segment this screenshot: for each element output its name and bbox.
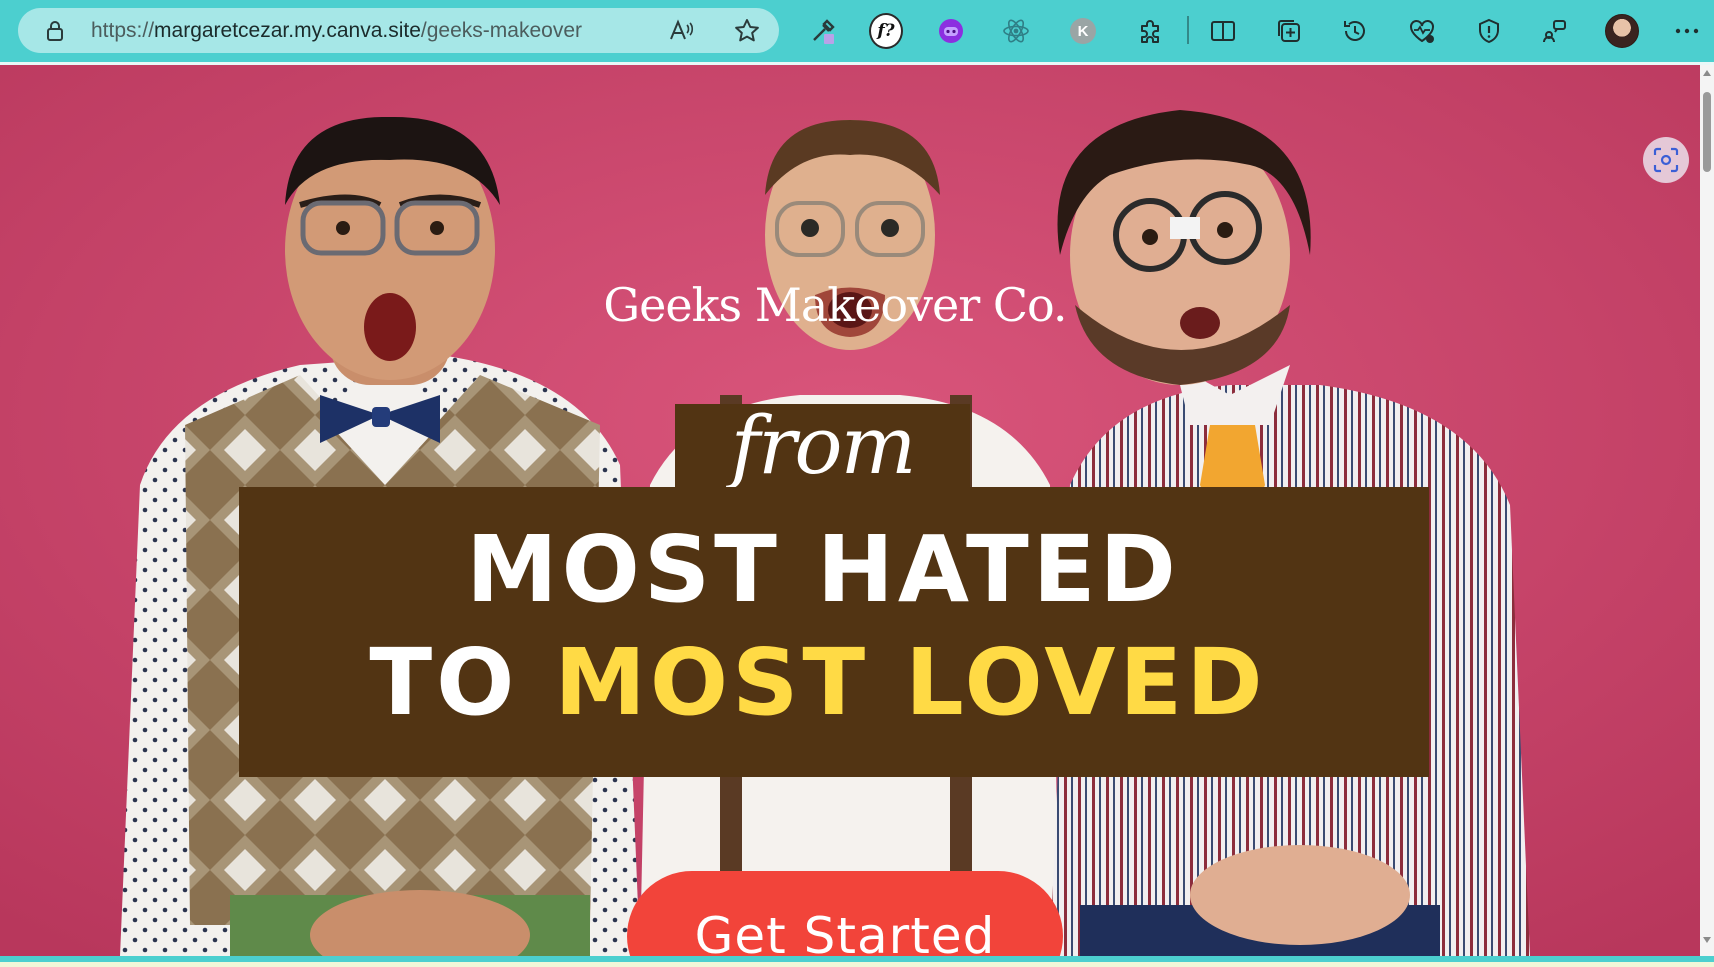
address-bar[interactable]: https://margaretcezar.my.canva.site/geek… bbox=[18, 8, 779, 53]
shield-icon[interactable] bbox=[1472, 14, 1506, 48]
url-scheme: https:// bbox=[91, 19, 155, 42]
profile-avatar[interactable] bbox=[1605, 14, 1639, 48]
get-started-button[interactable]: Get Started bbox=[627, 871, 1063, 967]
visual-search-button[interactable] bbox=[1643, 137, 1689, 183]
font-identify-extension-icon[interactable]: f? bbox=[869, 13, 903, 49]
eyedropper-extension-icon[interactable] bbox=[806, 14, 840, 48]
collections-icon[interactable] bbox=[1272, 14, 1306, 48]
read-aloud-icon[interactable] bbox=[668, 19, 694, 43]
headline-line-2-prefix: TO bbox=[369, 629, 555, 736]
visual-search-icon bbox=[1653, 147, 1679, 173]
scrollbar-thumb[interactable] bbox=[1703, 92, 1711, 172]
from-word: from bbox=[730, 399, 917, 492]
bottom-highlight-strip bbox=[0, 962, 1714, 967]
headline-line-2-accent: MOST LOVED bbox=[554, 629, 1267, 736]
k-extension-icon[interactable]: K bbox=[1066, 14, 1100, 48]
headline-line-1: MOST HATED bbox=[466, 516, 1180, 623]
toolbar-separator bbox=[1187, 16, 1189, 44]
vertical-scrollbar[interactable] bbox=[1700, 65, 1714, 956]
font-identify-label: f? bbox=[869, 13, 903, 49]
url-text[interactable]: https://margaretcezar.my.canva.site/geek… bbox=[91, 19, 582, 43]
k-extension-label: K bbox=[1070, 18, 1096, 44]
url-path: /geeks-makeover bbox=[420, 19, 582, 42]
react-devtools-extension-icon[interactable] bbox=[999, 14, 1033, 48]
brand-name: Geeks Makeover Co. bbox=[603, 278, 1067, 332]
browser-toolbar: https://margaretcezar.my.canva.site/geek… bbox=[0, 0, 1714, 62]
browser-essentials-heart-icon[interactable] bbox=[1405, 14, 1439, 48]
scroll-up-arrow-icon[interactable] bbox=[1703, 70, 1711, 76]
lock-icon[interactable] bbox=[44, 20, 66, 42]
purple-bot-extension-icon[interactable] bbox=[934, 14, 968, 48]
share-profiles-icon[interactable] bbox=[1537, 14, 1571, 48]
more-options-icon[interactable] bbox=[1670, 14, 1704, 48]
history-icon[interactable] bbox=[1338, 14, 1372, 48]
favorite-star-icon[interactable] bbox=[734, 18, 760, 44]
headline-line-2: TO MOST LOVED bbox=[223, 633, 1413, 733]
avatar-image bbox=[1605, 14, 1639, 48]
scroll-down-arrow-icon[interactable] bbox=[1703, 937, 1711, 943]
extensions-puzzle-icon[interactable] bbox=[1134, 14, 1168, 48]
split-screen-icon[interactable] bbox=[1206, 14, 1240, 48]
url-host: margaretcezar.my.canva.site bbox=[154, 19, 421, 42]
